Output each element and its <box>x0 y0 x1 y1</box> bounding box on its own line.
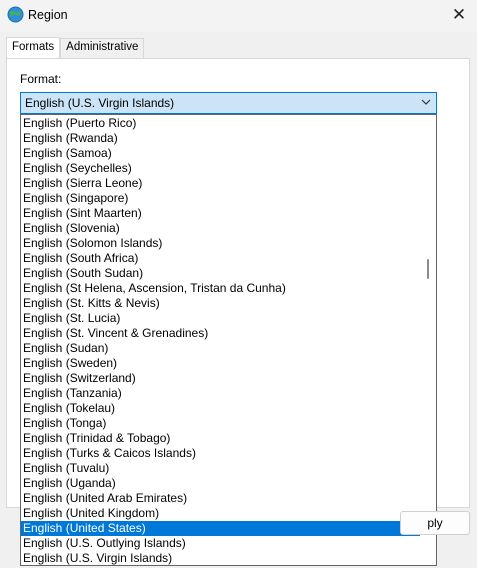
globe-icon <box>7 6 24 23</box>
tab-administrative[interactable]: Administrative <box>60 38 145 58</box>
scrollbar-thumb[interactable] <box>427 259 429 279</box>
list-item[interactable]: English (St Helena, Ascension, Tristan d… <box>21 281 421 296</box>
list-item[interactable]: English (Tanzania) <box>21 386 421 401</box>
format-selected-value: English (U.S. Virgin Islands) <box>25 96 175 110</box>
list-item[interactable]: English (Uganda) <box>21 476 421 491</box>
chevron-down-icon <box>421 99 431 105</box>
list-item[interactable]: English (Trinidad & Tobago) <box>21 431 421 446</box>
format-label: Format: <box>20 72 62 86</box>
list-item[interactable]: English (Sierra Leone) <box>21 176 421 191</box>
list-item[interactable]: English (Tonga) <box>21 416 421 431</box>
list-item[interactable]: English (United Kingdom) <box>21 506 421 521</box>
list-item[interactable]: English (South Africa) <box>21 251 421 266</box>
tab-strip: Formats Administrative <box>6 37 145 58</box>
list-item[interactable]: English (Slovenia) <box>21 221 421 236</box>
tab-formats[interactable]: Formats <box>6 37 61 58</box>
list-item[interactable]: English (Solomon Islands) <box>21 236 421 251</box>
list-item[interactable]: English (St. Kitts & Nevis) <box>21 296 421 311</box>
list-item[interactable]: English (Sint Maarten) <box>21 206 421 221</box>
list-item[interactable]: English (United Arab Emirates) <box>21 491 421 506</box>
format-combobox[interactable]: English (U.S. Virgin Islands) <box>20 92 437 114</box>
list-item[interactable]: English (St. Vincent & Grenadines) <box>21 326 421 341</box>
region-window: Region ✕ Formats Administrative Format: … <box>0 0 477 568</box>
list-item[interactable]: English (St. Lucia) <box>21 311 421 326</box>
dropdown-items: English (Puerto Rico) English (Rwanda) Eng… <box>21 116 421 565</box>
list-item[interactable]: English (United States) <box>21 521 421 536</box>
list-item[interactable]: English (Tokelau) <box>21 401 421 416</box>
list-item[interactable]: English (Singapore) <box>21 191 421 206</box>
list-item[interactable]: English (Sudan) <box>21 341 421 356</box>
list-item[interactable]: English (Switzerland) <box>21 371 421 386</box>
list-item[interactable]: English (Rwanda) <box>21 131 421 146</box>
apply-button-label: ply <box>427 516 443 530</box>
list-item[interactable]: English (Sweden) <box>21 356 421 371</box>
list-item[interactable]: English (Tuvalu) <box>21 461 421 476</box>
list-item[interactable]: English (U.S. Virgin Islands) <box>21 551 421 565</box>
list-item[interactable]: English (Samoa) <box>21 146 421 161</box>
scrollbar[interactable] <box>420 115 436 565</box>
list-item[interactable]: English (South Sudan) <box>21 266 421 281</box>
list-item[interactable]: English (U.S. Outlying Islands) <box>21 536 421 551</box>
format-dropdown-list[interactable]: English (Puerto Rico) English (Rwanda) Eng… <box>20 114 437 566</box>
apply-button[interactable]: ply <box>400 511 470 535</box>
title-bar: Region ✕ <box>0 0 477 32</box>
list-item[interactable]: English (Turks & Caicos Islands) <box>21 446 421 461</box>
list-item[interactable]: English (Puerto Rico) <box>21 116 421 131</box>
list-item[interactable]: English (Seychelles) <box>21 161 421 176</box>
close-icon[interactable]: ✕ <box>441 0 477 30</box>
window-title: Region <box>28 8 68 22</box>
